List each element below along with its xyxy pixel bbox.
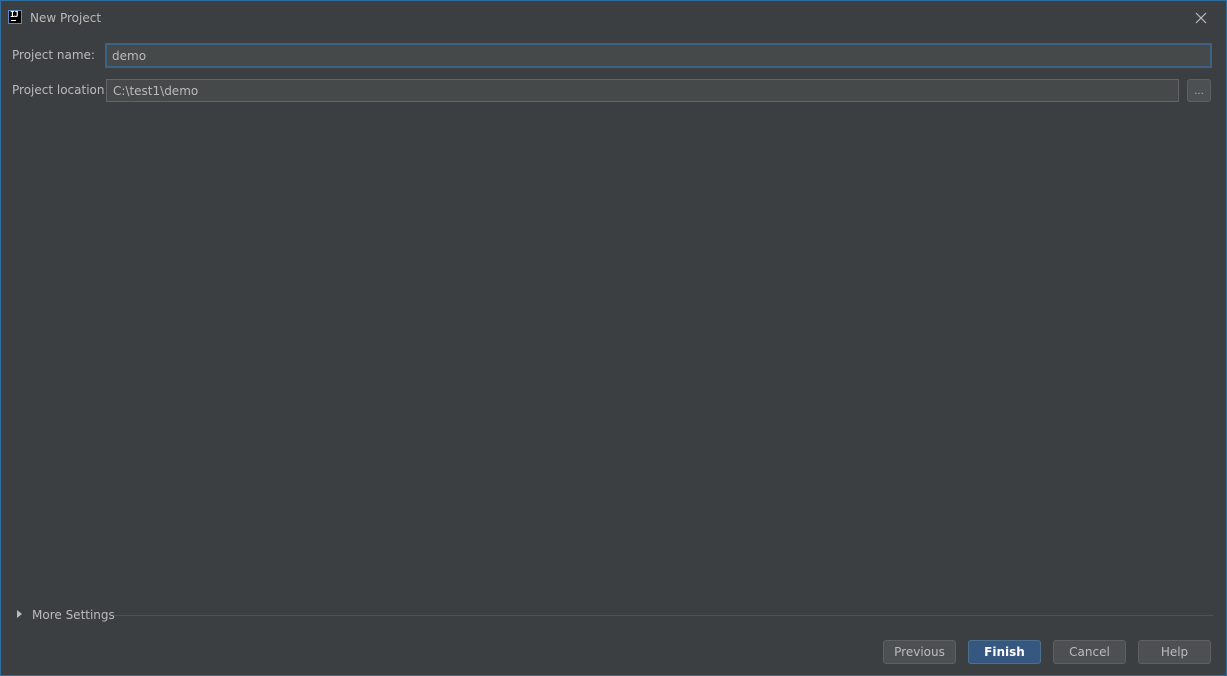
help-button[interactable]: Help (1138, 640, 1211, 664)
app-icon-text: IJ (10, 10, 19, 19)
new-project-dialog: IJ New Project Project name: Project loc… (0, 0, 1227, 676)
dialog-title: New Project (30, 11, 102, 25)
cancel-button[interactable]: Cancel (1053, 640, 1126, 664)
browse-location-button[interactable]: ... (1187, 79, 1211, 102)
project-location-label: Project location: (12, 83, 109, 97)
project-location-input[interactable] (106, 79, 1179, 102)
more-settings-label: More Settings (32, 608, 115, 622)
project-name-input[interactable] (105, 43, 1212, 68)
project-name-label: Project name: (12, 48, 95, 62)
previous-button[interactable]: Previous (883, 640, 956, 664)
more-settings-divider (114, 615, 1214, 616)
close-icon[interactable] (1192, 9, 1210, 27)
expand-arrow-icon (17, 610, 22, 618)
finish-button[interactable]: Finish (968, 640, 1041, 664)
intellij-app-icon: IJ (8, 10, 22, 24)
title-bar: IJ New Project (1, 1, 1226, 35)
